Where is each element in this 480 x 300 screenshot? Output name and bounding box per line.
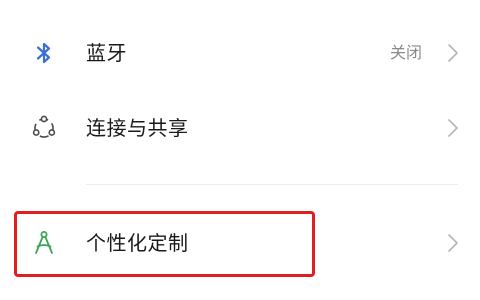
- chevron-right-icon: [446, 232, 460, 254]
- settings-item-label: 连接与共享: [86, 116, 189, 140]
- settings-item-label: 个性化定制: [86, 231, 189, 255]
- chevron-right-icon: [446, 117, 460, 139]
- section-divider: [86, 184, 458, 185]
- share-network-icon: [28, 112, 60, 144]
- chevron-right-icon: [446, 42, 460, 64]
- settings-item-connection-sharing[interactable]: 连接与共享: [0, 93, 480, 163]
- compass-icon: [28, 227, 60, 259]
- bluetooth-status-value: 关闭: [389, 43, 422, 62]
- settings-item-bluetooth[interactable]: 蓝牙 关闭: [0, 18, 480, 88]
- bluetooth-icon: [28, 37, 60, 69]
- settings-item-personalization[interactable]: 个性化定制: [0, 208, 480, 278]
- settings-item-label: 蓝牙: [86, 41, 127, 65]
